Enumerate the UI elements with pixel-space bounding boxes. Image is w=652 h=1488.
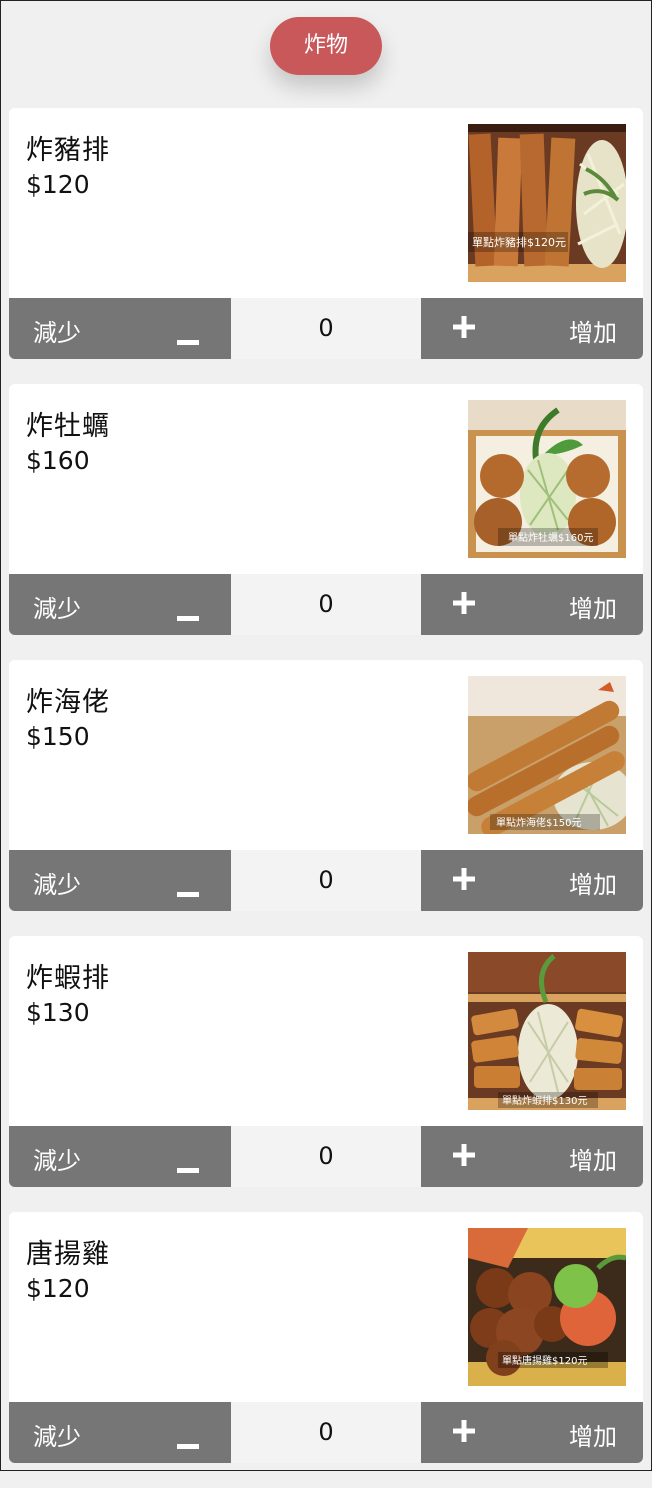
item-name: 炸蝦排 (26, 963, 110, 994)
plus-icon (453, 1420, 475, 1448)
pork-cutlet-photo: 單點炸豬排$120元 (468, 124, 626, 282)
decrease-label: 減少 (33, 871, 81, 899)
item-photo: 單點炸海佬$150元 (468, 676, 626, 834)
category-tab-fried[interactable]: 炸物 (270, 17, 382, 75)
decrease-label: 減少 (33, 1423, 81, 1451)
minus-icon (177, 1152, 199, 1180)
decrease-label: 減少 (33, 319, 81, 347)
decrease-button[interactable]: 減少 (9, 1126, 231, 1187)
plus-icon (453, 868, 475, 896)
minus-icon (177, 324, 199, 352)
photo-caption: 單點唐揚雞$120元 (502, 1354, 587, 1367)
item-photo: 單點炸豬排$120元 (468, 124, 626, 282)
plus-icon (453, 316, 475, 344)
item-info-panel: 唐揚雞 $120 單點唐揚雞$120元 (9, 1212, 643, 1402)
karaage-chicken-photo: 單點唐揚雞$120元 (468, 1228, 626, 1386)
increase-button[interactable]: 增加 (421, 1402, 643, 1463)
quantity-controls: 減少 0 增加 (9, 298, 643, 359)
quantity-value: 0 (318, 590, 334, 618)
item-name: 炸海佬 (26, 687, 110, 718)
increase-button[interactable]: 增加 (421, 850, 643, 911)
minus-icon (177, 600, 199, 628)
decrease-button[interactable]: 減少 (9, 298, 231, 359)
item-info-panel: 炸豬排 $120 單點炸豬排$120元 (9, 108, 643, 298)
increase-button[interactable]: 增加 (421, 1126, 643, 1187)
minus-icon (177, 1428, 199, 1456)
fried-shrimp-photo: 單點炸海佬$150元 (468, 676, 626, 834)
quantity-controls: 減少 0 增加 (9, 850, 643, 911)
plus-icon (453, 1144, 475, 1172)
increase-label: 增加 (569, 1423, 617, 1451)
menu-item-card: 炸海佬 $150 單點炸海佬$150元 減少 0 增加 (9, 660, 643, 911)
decrease-button[interactable]: 減少 (9, 574, 231, 635)
decrease-button[interactable]: 減少 (9, 850, 231, 911)
increase-label: 增加 (569, 319, 617, 347)
plus-icon (453, 592, 475, 620)
quantity-controls: 減少 0 增加 (9, 574, 643, 635)
item-price: $150 (26, 722, 90, 751)
item-info-panel: 炸海佬 $150 單點炸海佬$150元 (9, 660, 643, 850)
quantity-value: 0 (318, 1418, 334, 1446)
shrimp-cutlet-photo: 單點炸蝦排$130元 (468, 952, 626, 1110)
quantity-value: 0 (318, 1142, 334, 1170)
decrease-button[interactable]: 減少 (9, 1402, 231, 1463)
item-photo: 單點唐揚雞$120元 (468, 1228, 626, 1386)
quantity-controls: 減少 0 增加 (9, 1402, 643, 1463)
increase-label: 增加 (569, 595, 617, 623)
increase-label: 增加 (569, 871, 617, 899)
menu-item-card: 唐揚雞 $120 單點唐揚雞$120元 減少 0 增加 (9, 1212, 643, 1463)
menu-item-list: 炸豬排 $120 單點炸豬排$120元 減少 0 增加 炸牡蠣 $160 單點炸… (9, 108, 643, 1488)
photo-caption: 單點炸豬排$120元 (472, 235, 566, 249)
increase-label: 增加 (569, 1147, 617, 1175)
photo-caption: 單點炸牡蠣$160元 (508, 531, 593, 544)
increase-button[interactable]: 增加 (421, 574, 643, 635)
item-photo: 單點炸蝦排$130元 (468, 952, 626, 1110)
photo-caption: 單點炸蝦排$130元 (502, 1094, 587, 1107)
item-name: 炸牡蠣 (26, 411, 110, 442)
minus-icon (177, 876, 199, 904)
item-price: $120 (26, 1274, 90, 1303)
decrease-label: 減少 (33, 595, 81, 623)
item-name: 唐揚雞 (26, 1239, 110, 1270)
item-info-panel: 炸牡蠣 $160 單點炸牡蠣$160元 (9, 384, 643, 574)
quantity-controls: 減少 0 增加 (9, 1126, 643, 1187)
quantity-value: 0 (318, 314, 334, 342)
quantity-value: 0 (318, 866, 334, 894)
decrease-label: 減少 (33, 1147, 81, 1175)
item-info-panel: 炸蝦排 $130 單點炸蝦排$130元 (9, 936, 643, 1126)
item-price: $130 (26, 998, 90, 1027)
menu-item-card: 炸牡蠣 $160 單點炸牡蠣$160元 減少 0 增加 (9, 384, 643, 635)
fried-oysters-photo: 單點炸牡蠣$160元 (468, 400, 626, 558)
item-price: $120 (26, 170, 90, 199)
menu-item-card: 炸豬排 $120 單點炸豬排$120元 減少 0 增加 (9, 108, 643, 359)
menu-item-card: 炸蝦排 $130 單點炸蝦排$130元 減少 0 增加 (9, 936, 643, 1187)
increase-button[interactable]: 增加 (421, 298, 643, 359)
item-photo: 單點炸牡蠣$160元 (468, 400, 626, 558)
photo-caption: 單點炸海佬$150元 (496, 816, 581, 829)
item-price: $160 (26, 446, 90, 475)
item-name: 炸豬排 (26, 135, 110, 166)
